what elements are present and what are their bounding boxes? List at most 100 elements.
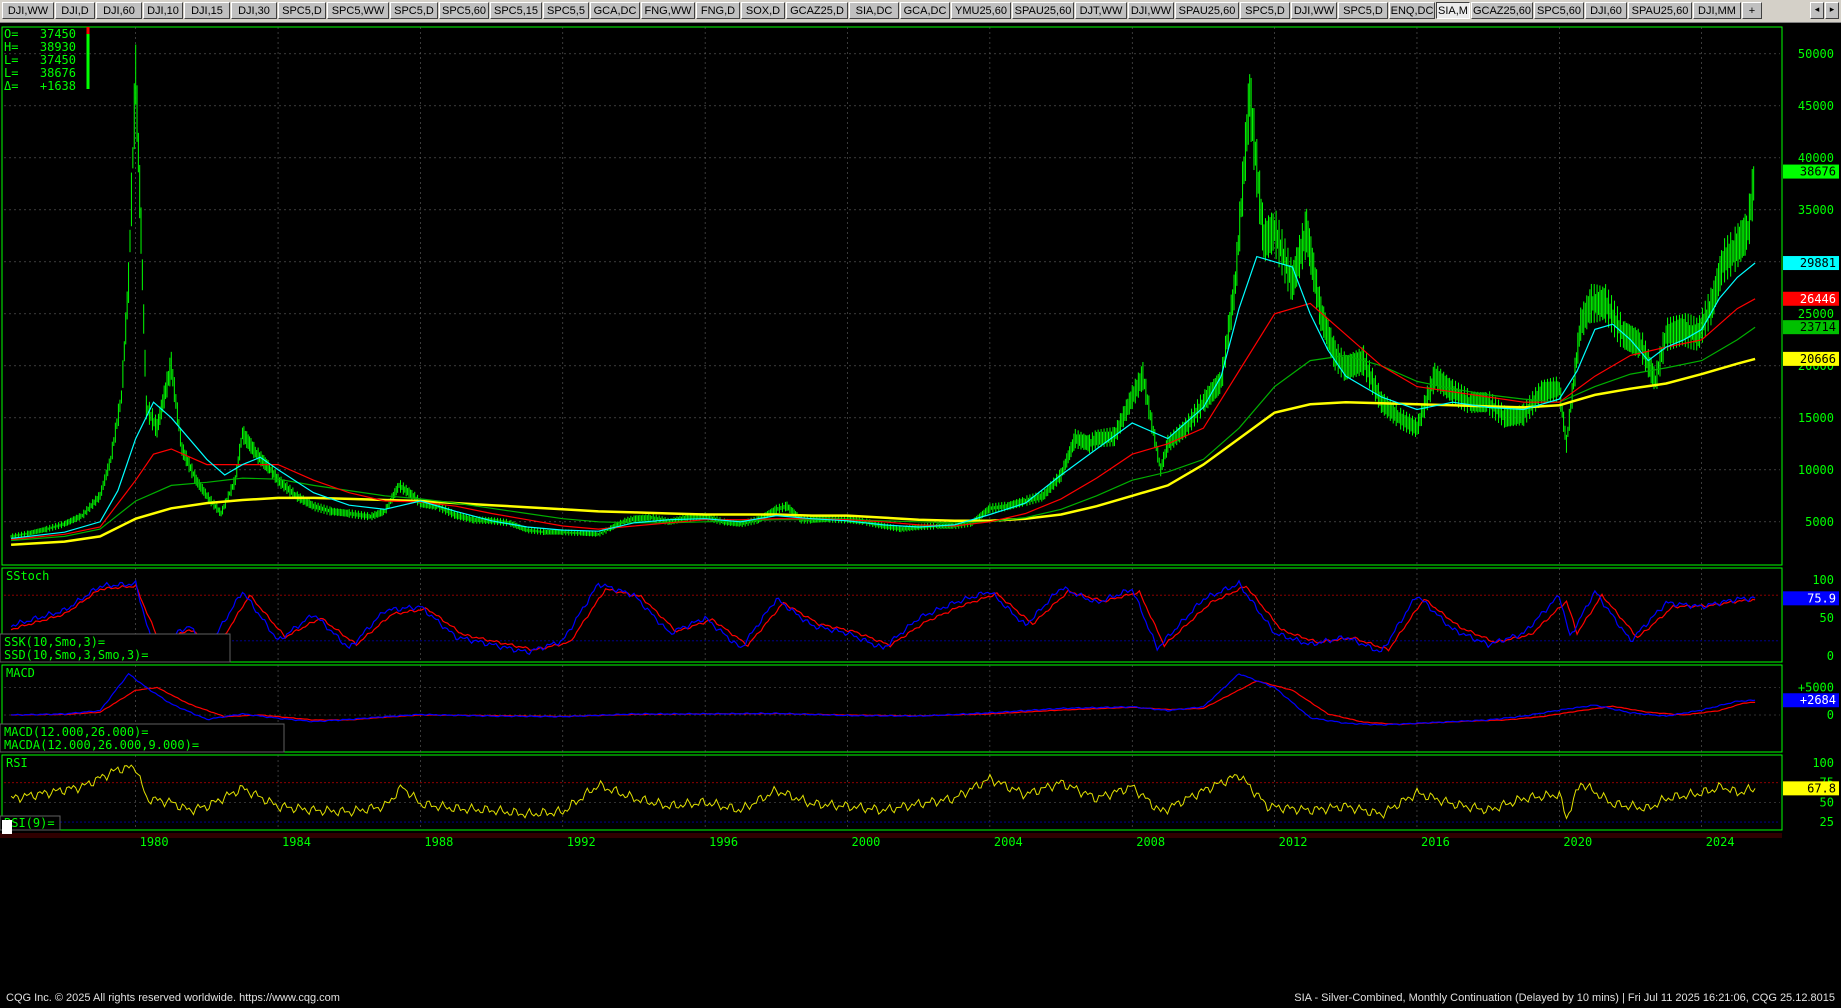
chart-tab[interactable]: DJI,MM	[1693, 2, 1741, 19]
price-scale-label: 15000	[1798, 411, 1834, 425]
macd-scale-label: 0	[1827, 708, 1834, 722]
status-footer: CQG Inc. © 2025 All rights reserved worl…	[0, 990, 1841, 1008]
x-axis-year-label: 1988	[424, 835, 453, 849]
chart-tab[interactable]: FNG,WW	[641, 2, 695, 19]
price-badge-label: 26446	[1800, 292, 1836, 306]
moving-average-line	[11, 326, 1756, 542]
price-badge-label: 29881	[1800, 256, 1836, 270]
x-axis-year-label: 2024	[1706, 835, 1735, 849]
chart-tab[interactable]: DJT,WW	[1075, 2, 1127, 19]
chart-tab-bar: DJI,WW DJI,D DJI,60 DJI,10 DJI,15 DJI,30 SPC5,…	[0, 0, 1841, 23]
x-axis-strip	[0, 833, 1782, 838]
ohlc-value: 38676	[40, 66, 76, 80]
ohlc-key: O=	[4, 27, 18, 41]
rsi-pane-frame	[1, 754, 1783, 831]
price-scale-label: 50000	[1798, 47, 1834, 61]
chart-tab[interactable]: SPAU25,60	[1628, 2, 1692, 19]
ssk-legend: SSK(10,Smo,3)=	[4, 635, 105, 649]
price-pane-frame	[1, 26, 1783, 566]
x-axis-year-label: 1980	[140, 835, 169, 849]
add-tab-button[interactable]: +	[1742, 2, 1762, 19]
x-axis-year-label: 2004	[994, 835, 1023, 849]
ssk-line	[10, 579, 1756, 656]
sstoch-title: SStoch	[6, 569, 49, 583]
price-badge-label: 38676	[1800, 165, 1836, 179]
chart-tab[interactable]: DJI,10	[143, 2, 183, 19]
x-axis-year-label: 2020	[1563, 835, 1592, 849]
chart-tab[interactable]: SPC5,D	[390, 2, 438, 19]
chart-tab[interactable]: GCAZ25,D	[786, 2, 848, 19]
sstoch-scale-label: 0	[1827, 649, 1834, 663]
price-scale-label: 5000	[1805, 515, 1834, 529]
copyright-text: CQG Inc. © 2025 All rights reserved worl…	[6, 992, 340, 1004]
rsi-scale-label: 100	[1812, 756, 1834, 770]
chart-tab[interactable]: ENQ,DC	[1389, 2, 1435, 19]
ohlc-key: L=	[4, 53, 18, 67]
cursor-marker	[2, 820, 12, 834]
chart-tab[interactable]: DJI,WW	[1128, 2, 1174, 19]
chart-tab[interactable]: GCAZ25,60	[1471, 2, 1533, 19]
chart-tab[interactable]: DJI,15	[184, 2, 230, 19]
price-scale-label: 25000	[1798, 307, 1834, 321]
chart-tab[interactable]: SOX,D	[741, 2, 785, 19]
rsi-line	[10, 764, 1756, 820]
chart-area[interactable]: 1980 1984 1988 1992 1996 2000 2004 2008 2012 2016…	[0, 24, 1841, 990]
chart-tab[interactable]: SPC5,60	[1534, 2, 1584, 19]
price-badge-label: 23714	[1800, 320, 1836, 334]
chart-tab[interactable]: SIA,DC	[849, 2, 899, 19]
x-axis-year-label: 1984	[282, 835, 311, 849]
macd-legend: MACD(12.000,26.000)=	[4, 725, 149, 739]
rsi-scale-label: 50	[1820, 795, 1834, 809]
rsi-value-label: 67.8	[1807, 781, 1836, 795]
macd-value-label: +2684	[1800, 693, 1836, 707]
price-scale-label: 10000	[1798, 463, 1834, 477]
chart-tab[interactable]: DJI,60	[96, 2, 142, 19]
chart-tab[interactable]: SIA,M	[1436, 2, 1470, 19]
scroll-right-icon[interactable]: ▸	[1825, 2, 1839, 19]
x-axis-year-label: 2012	[1279, 835, 1308, 849]
ohlc-value: 37450	[40, 53, 76, 67]
price-scale-label: 35000	[1798, 203, 1834, 217]
ohlc-key: H=	[4, 40, 18, 54]
macda-legend: MACDA(12.000,26.000,9.000)=	[4, 738, 199, 752]
chart-tab[interactable]: DJI,30	[231, 2, 277, 19]
moving-average-line	[11, 357, 1756, 546]
price-badge-label: 20666	[1800, 352, 1836, 366]
rsi-scale-label: 25	[1820, 815, 1834, 829]
moving-average-line	[11, 298, 1756, 541]
chart-tab[interactable]: DJI,60	[1585, 2, 1627, 19]
chart-tab[interactable]: SPC5,15	[490, 2, 542, 19]
price-scale-label: 40000	[1798, 151, 1834, 165]
chart-tab[interactable]: YMU25,60	[951, 2, 1011, 19]
ohlc-value: +1638	[40, 79, 76, 93]
chart-tab[interactable]: SPC5,D	[278, 2, 326, 19]
sstoch-scale-label: 100	[1812, 573, 1834, 587]
x-axis-year-label: 2008	[1136, 835, 1165, 849]
macd-line	[11, 672, 1756, 726]
chart-tab[interactable]: SPC5,60	[439, 2, 489, 19]
x-axis-year-label: 1996	[709, 835, 738, 849]
x-axis-year-label: 2000	[852, 835, 881, 849]
ssd-legend: SSD(10,Smo,3,Smo,3)=	[4, 648, 149, 662]
sstoch-value-label: 75.9	[1807, 591, 1836, 605]
ohlc-value: 37450	[40, 27, 76, 41]
rsi-title: RSI	[6, 756, 28, 770]
chart-tab[interactable]: SPC5,D	[1240, 2, 1290, 19]
chart-tab[interactable]: GCA,DC	[900, 2, 950, 19]
ohlc-key: L=	[4, 66, 18, 80]
chart-tab[interactable]: SPC5,WW	[327, 2, 389, 19]
chart-tab[interactable]: SPC5,5	[543, 2, 589, 19]
chart-tab[interactable]: DJI,WW	[2, 2, 54, 19]
ohlc-value: 38930	[40, 40, 76, 54]
price-scale-label: 45000	[1798, 99, 1834, 113]
chart-tab[interactable]: DJI,WW	[1291, 2, 1337, 19]
chart-tab[interactable]: SPAU25,60	[1012, 2, 1074, 19]
chart-tab[interactable]: SPAU25,60	[1175, 2, 1239, 19]
sstoch-scale-label: 50	[1820, 611, 1834, 625]
chart-tab[interactable]: SPC5,D	[1338, 2, 1388, 19]
chart-tab[interactable]: FNG,D	[696, 2, 740, 19]
chart-tab[interactable]: GCA,DC	[590, 2, 640, 19]
chart-tab[interactable]: DJI,D	[55, 2, 95, 19]
scroll-left-icon[interactable]: ◂	[1810, 2, 1824, 19]
x-axis-year-label: 2016	[1421, 835, 1450, 849]
